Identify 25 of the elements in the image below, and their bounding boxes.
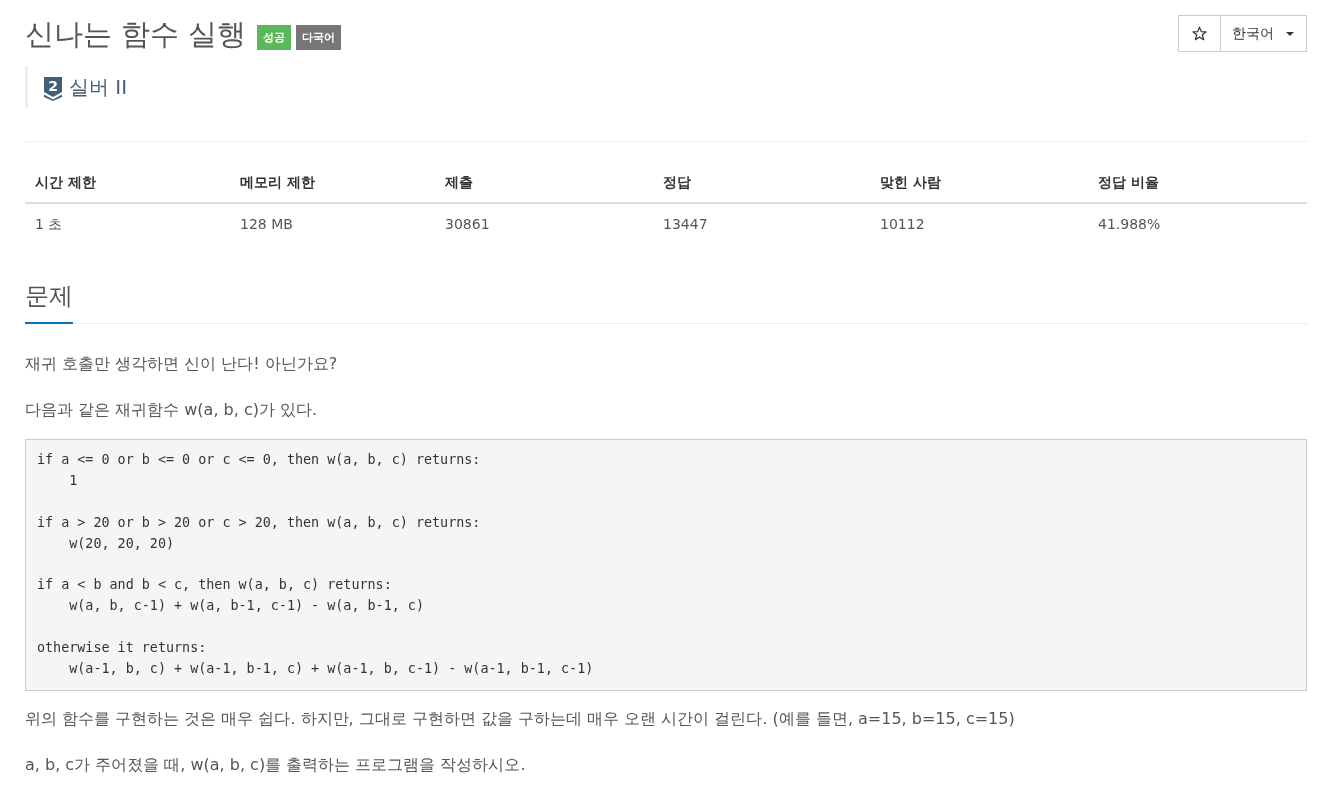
table-cell-text: 13447 [662,215,709,234]
column-header: 정답 [662,173,692,192]
caret-icon [1286,31,1294,36]
statement-paragraph: 위의 함수를 구현하는 것은 매우 쉽다. 하지만, 그대로 구현하면 값을 구하는데 매우 오랜 시간이 걸린다. (예를 들면, a=15, b=15, c=15) [25,707,1016,730]
column-header: 맞힌 사람 [879,173,942,192]
language-dropdown[interactable]: 한국어 [1221,15,1307,52]
table-cell-text: 10112 [879,215,926,234]
table-cell-text: 128 MB [239,215,294,234]
table-cell-text: 1 초 [34,215,64,234]
star-button[interactable] [1178,15,1221,52]
statement-paragraph: a, b, c가 주어졌을 때, w(a, b, c)를 출력하는 프로그램을 작성하시오. [25,753,527,776]
problem-title: 신나는 함수 실행 [25,16,247,52]
table-cell-text: 30861 [444,215,491,234]
column-header: 정답 비율 [1097,173,1160,192]
column-header: 제출 [444,173,474,192]
column-header: 메모리 제한 [239,173,316,192]
tier-name[interactable]: 실버 II [69,73,128,101]
code-block: if a <= 0 or b <= 0 or c <= 0, then w(a, b, c) returns: 1 if a > 20 or b > 20 or c > 20, then w(a, b, c) returns: w(20, 20, 20) if a < b and b < c, then w(a, b, c) returns: w(a, b, c-1) + w(a, b-1, c-1) - w(a, b-1, c) otherwise it returns: w(a-1, b, c) + w(a-1, b-1, c) + w(a-1, b, c-1) - w(a-1, b-1, c-1) [25,439,1307,691]
statement-paragraph: 재귀 호출만 생각하면 신이 난다! 아닌가요? [25,353,339,375]
status-label: 다국어 [296,25,342,50]
column-header: 시간 제한 [34,173,97,192]
table-cell-text: 41.988% [1097,215,1162,234]
status-label: 성공 [257,25,292,50]
section-heading: 문제 [25,280,73,324]
statement-paragraph: 다음과 같은 재귀함수 w(a, b, c)가 있다. [25,399,319,421]
